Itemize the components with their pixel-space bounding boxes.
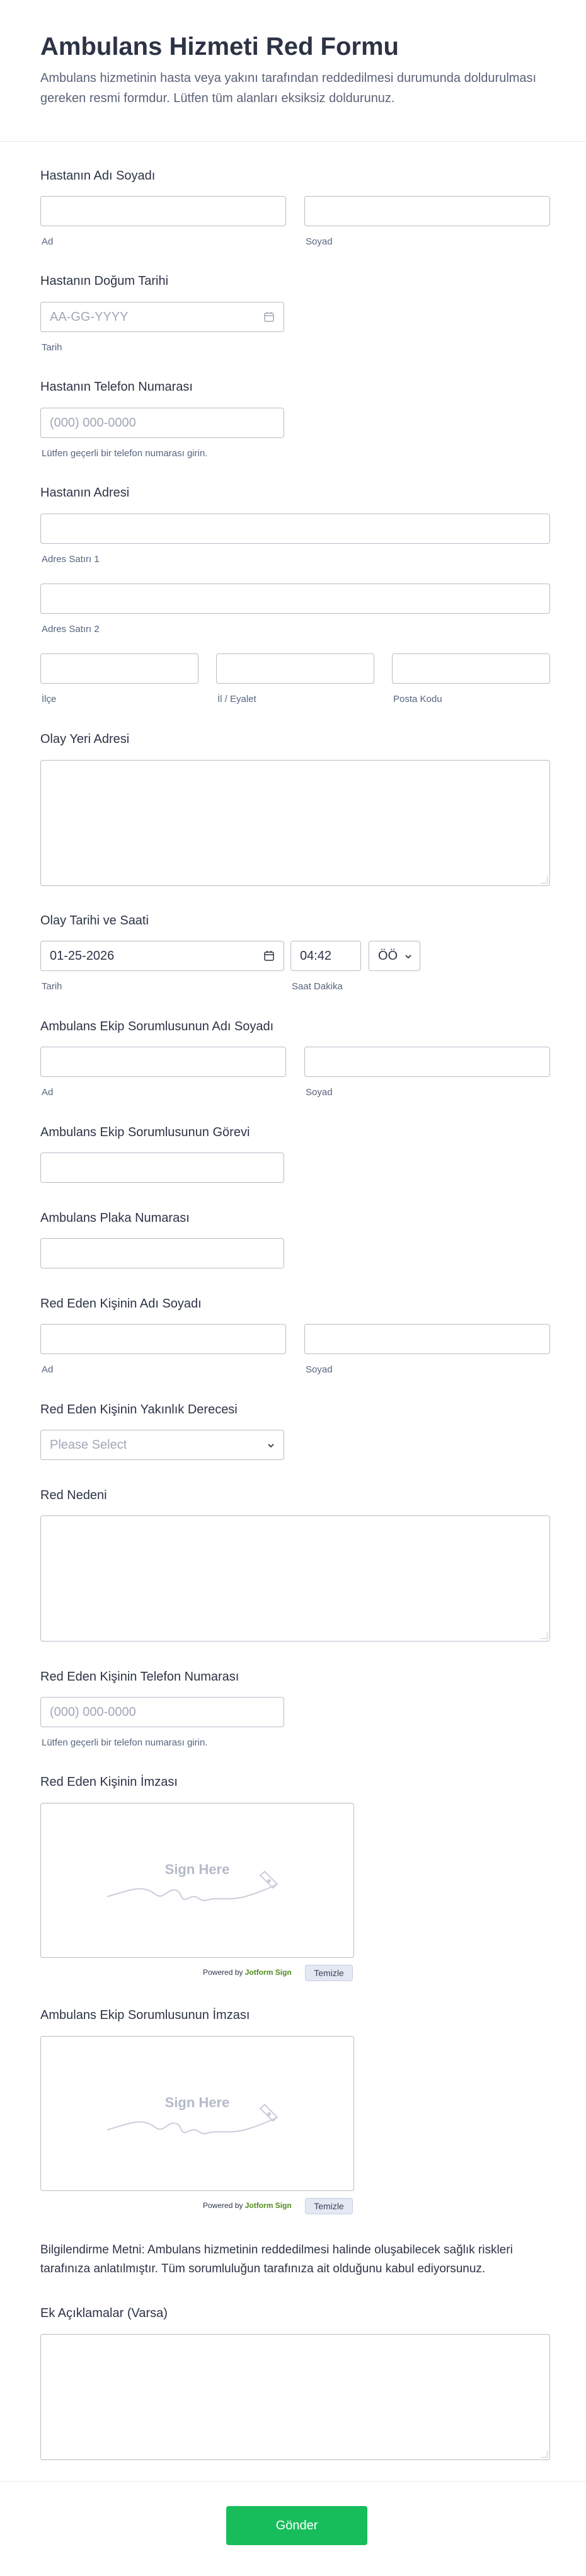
- crew-lead-last-name-input[interactable]: [304, 1047, 550, 1077]
- plate-input[interactable]: [40, 1238, 284, 1268]
- resize-handle-icon[interactable]: [541, 2451, 548, 2458]
- refuser-phone-label: Red Eden Kişinin Telefon Numarası: [40, 1670, 239, 1684]
- postal-code-input[interactable]: [392, 653, 550, 684]
- powered-by-text: Powered by Jotform Sign: [203, 2201, 292, 2210]
- incident-address-label: Olay Yeri Adresi: [40, 732, 130, 746]
- reason-label: Red Nedeni: [40, 1488, 107, 1502]
- notes-label: Ek Açıklamalar (Varsa): [40, 2306, 168, 2320]
- district-input[interactable]: [40, 653, 198, 684]
- patient-last-name-sublabel: Soyad: [306, 236, 333, 247]
- powered-by-text: Powered by Jotform Sign: [203, 1968, 292, 1977]
- clear-signature-button[interactable]: Temizle: [305, 1965, 353, 1981]
- calendar-icon[interactable]: [263, 311, 275, 323]
- birth-date-input[interactable]: AA-GG-YYYY: [40, 302, 284, 332]
- refuser-first-name-sublabel: Ad: [42, 1364, 54, 1375]
- birth-date-sublabel: Tarih: [42, 342, 62, 353]
- refuser-last-name-sublabel: Soyad: [306, 1364, 333, 1375]
- patient-phone-placeholder: (000) 000-0000: [50, 415, 136, 430]
- form-title: Ambulans Hizmeti Red Formu: [40, 33, 399, 60]
- refuser-phone-input[interactable]: (000) 000-0000: [40, 1697, 284, 1727]
- relation-label: Red Eden Kişinin Yakınlık Derecesi: [40, 1403, 238, 1417]
- patient-phone-label: Hastanın Telefon Numarası: [40, 380, 193, 394]
- crew-signature-label: Ambulans Ekip Sorumlusunun İmzası: [40, 2008, 250, 2022]
- postal-code-sublabel: Posta Kodu: [393, 694, 442, 704]
- incident-time-input[interactable]: 04:42: [290, 941, 361, 971]
- address-line1-sublabel: Adres Satırı 1: [42, 554, 100, 565]
- province-sublabel: İl / Eyalet: [217, 694, 256, 704]
- birth-date-placeholder: AA-GG-YYYY: [50, 309, 129, 324]
- resize-handle-icon[interactable]: [541, 877, 548, 883]
- refuser-signature-pad[interactable]: Sign Here: [40, 1803, 354, 1958]
- form-header: Ambulans Hizmeti Red Formu Ambulans hizm…: [0, 0, 586, 142]
- chevron-down-icon: [405, 955, 411, 959]
- province-input[interactable]: [216, 653, 374, 684]
- birth-date-label: Hastanın Doğum Tarihi: [40, 274, 169, 288]
- address-line2-sublabel: Adres Satırı 2: [42, 624, 100, 635]
- incident-datetime-label: Olay Tarihi ve Saati: [40, 914, 149, 928]
- notes-textarea[interactable]: [40, 2334, 550, 2460]
- powered-brand: Jotform Sign: [244, 2201, 292, 2210]
- ampm-select[interactable]: ÖÖ: [369, 941, 420, 971]
- crew-lead-role-input[interactable]: [40, 1153, 284, 1183]
- refuser-phone-sublabel: Lütfen geçerli bir telefon numarası giri…: [42, 1737, 208, 1748]
- incident-date-value: 01-25-2026: [50, 948, 115, 963]
- powered-brand: Jotform Sign: [244, 1968, 292, 1977]
- submit-button[interactable]: Gönder: [226, 2506, 367, 2545]
- patient-last-name-input[interactable]: [304, 196, 550, 226]
- patient-name-label: Hastanın Adı Soyadı: [40, 169, 156, 183]
- refuser-name-label: Red Eden Kişinin Adı Soyadı: [40, 1297, 202, 1311]
- incident-date-sublabel: Tarih: [42, 981, 62, 992]
- district-sublabel: İlçe: [42, 694, 57, 704]
- signature-scribble-icon: [106, 1870, 279, 1901]
- crew-lead-role-label: Ambulans Ekip Sorumlusunun Görevi: [40, 1125, 250, 1139]
- form-subtitle: Ambulans hizmetinin hasta veya yakını ta…: [40, 71, 537, 105]
- info-text: Bilgilendirme Metni: Ambulans hizmetinin…: [40, 2243, 513, 2276]
- chevron-down-icon: [268, 1444, 274, 1448]
- incident-address-textarea[interactable]: [40, 760, 550, 886]
- resize-handle-icon[interactable]: [541, 1632, 548, 1639]
- relation-select[interactable]: Please Select: [40, 1430, 284, 1460]
- calendar-icon[interactable]: [263, 950, 275, 962]
- plate-label: Ambulans Plaka Numarası: [40, 1211, 190, 1225]
- powered-prefix: Powered by: [203, 2201, 245, 2210]
- address-line2-input[interactable]: [40, 584, 550, 614]
- refuser-last-name-input[interactable]: [304, 1324, 550, 1354]
- signature-scribble-icon: [106, 2103, 279, 2134]
- address-line1-input[interactable]: [40, 514, 550, 544]
- crew-lead-name-label: Ambulans Ekip Sorumlusunun Adı Soyadı: [40, 1020, 274, 1033]
- crew-lead-first-name-input[interactable]: [40, 1047, 286, 1077]
- address-label: Hastanın Adresi: [40, 486, 130, 500]
- ampm-value: ÖÖ: [378, 948, 398, 963]
- incident-date-input[interactable]: 01-25-2026: [40, 941, 284, 971]
- patient-phone-input[interactable]: (000) 000-0000: [40, 408, 284, 438]
- refuser-first-name-input[interactable]: [40, 1324, 286, 1354]
- patient-first-name-sublabel: Ad: [42, 236, 54, 247]
- refuser-signature-label: Red Eden Kişinin İmzası: [40, 1775, 178, 1789]
- patient-phone-sublabel: Lütfen geçerli bir telefon numarası giri…: [42, 448, 208, 459]
- reason-textarea[interactable]: [40, 1515, 550, 1642]
- incident-time-value: 04:42: [300, 948, 332, 963]
- relation-placeholder: Please Select: [50, 1437, 127, 1452]
- incident-time-sublabel: Saat Dakika: [292, 981, 343, 992]
- crew-lead-first-name-sublabel: Ad: [42, 1087, 54, 1098]
- refuser-phone-placeholder: (000) 000-0000: [50, 1705, 136, 1719]
- crew-signature-pad[interactable]: Sign Here: [40, 2036, 354, 2191]
- clear-signature-button[interactable]: Temizle: [305, 2198, 353, 2214]
- patient-first-name-input[interactable]: [40, 196, 286, 226]
- crew-lead-last-name-sublabel: Soyad: [306, 1087, 333, 1098]
- powered-prefix: Powered by: [203, 1968, 245, 1977]
